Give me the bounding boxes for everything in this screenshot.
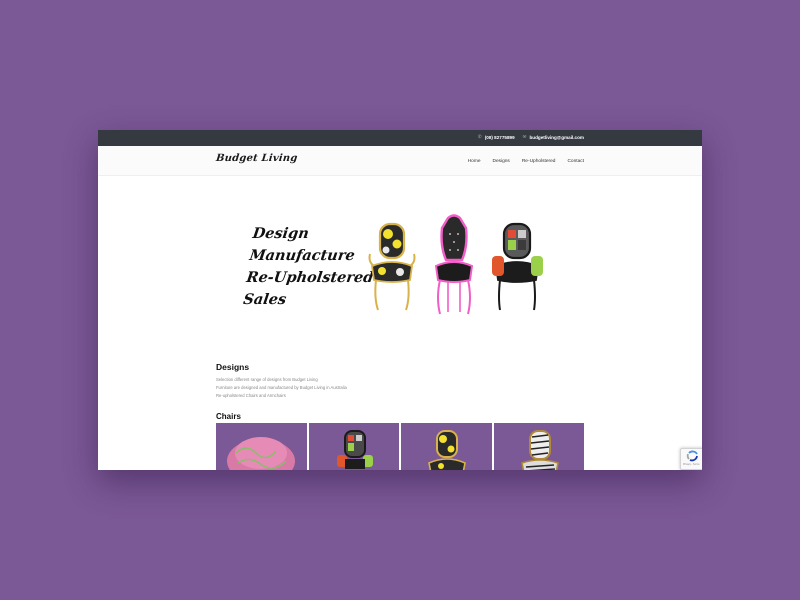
nav-designs[interactable]: Designs [493,159,510,164]
hero-text: Design Manufacture Re-Upholstered Sales [242,223,381,311]
gallery-tile-gold-chair[interactable] [401,423,492,470]
designs-line-3: Re-upholstered Chairs and Armchairs [216,393,286,398]
email-contact[interactable]: ✉ budgetliving@gmail.com [523,134,584,140]
designs-heading: Designs [216,362,250,372]
zebra-chair-image [520,430,559,470]
designs-description: Selection different range of designs fro… [216,376,347,400]
gallery-tile-zebra-chair[interactable] [493,423,584,470]
phone-contact[interactable]: ✆ (08) 82775899 [478,134,515,140]
browser-page: ✆ (08) 82775899 ✉ budgetliving@gmail.com… [98,130,702,470]
hero-line-design: Design [251,225,311,242]
nav-contact[interactable]: Contact [567,159,584,164]
phone-number: (08) 82775899 [484,134,515,140]
pink-armchair-image [227,437,295,470]
gallery-tile-patchwork-chair[interactable] [308,423,399,470]
gold-armchair-image [368,222,416,311]
email-address: budgetliving@gmail.com [529,134,584,140]
designs-line-1: Selection different range of designs fro… [216,377,318,382]
nav-menu: Home Designs Re-Upholstered Contact [468,159,584,164]
gallery-tile-pink-armchair[interactable] [216,423,307,470]
patchwork-armchair-image [492,222,543,311]
designs-line-2: Furniture are designed and manufactured … [216,385,347,390]
pink-chair-image [434,214,474,315]
recaptcha-icon [686,450,698,462]
hero-banner: Design Manufacture Re-Upholstered Sales [216,206,584,328]
nav-re-upholstered[interactable]: Re-Upholstered [522,159,556,164]
recaptcha-text: Privacy - Terms [683,463,700,466]
hero-line-sales: Sales [242,291,288,308]
top-contact-bar: ✆ (08) 82775899 ✉ budgetliving@gmail.com [98,130,702,146]
contact-info: ✆ (08) 82775899 ✉ budgetliving@gmail.com [478,134,584,140]
hero-line-re-upholstered: Re-Upholstered [245,269,375,286]
gold-chair-image [428,430,466,470]
mail-icon: ✉ [522,134,527,139]
patchwork-chair-image [336,430,373,469]
site-logo[interactable]: Budget Living [215,153,298,164]
nav-home[interactable]: Home [468,159,481,164]
chairs-gallery [216,423,584,470]
hero-chairs-image [368,214,543,315]
phone-icon: ✆ [477,134,482,139]
chairs-heading: Chairs [216,412,241,421]
recaptcha-badge[interactable]: Privacy - Terms [680,448,702,470]
main-navbar: Budget Living Home Designs Re-Upholstere… [98,146,702,176]
hero-line-manufacture: Manufacture [248,247,356,264]
